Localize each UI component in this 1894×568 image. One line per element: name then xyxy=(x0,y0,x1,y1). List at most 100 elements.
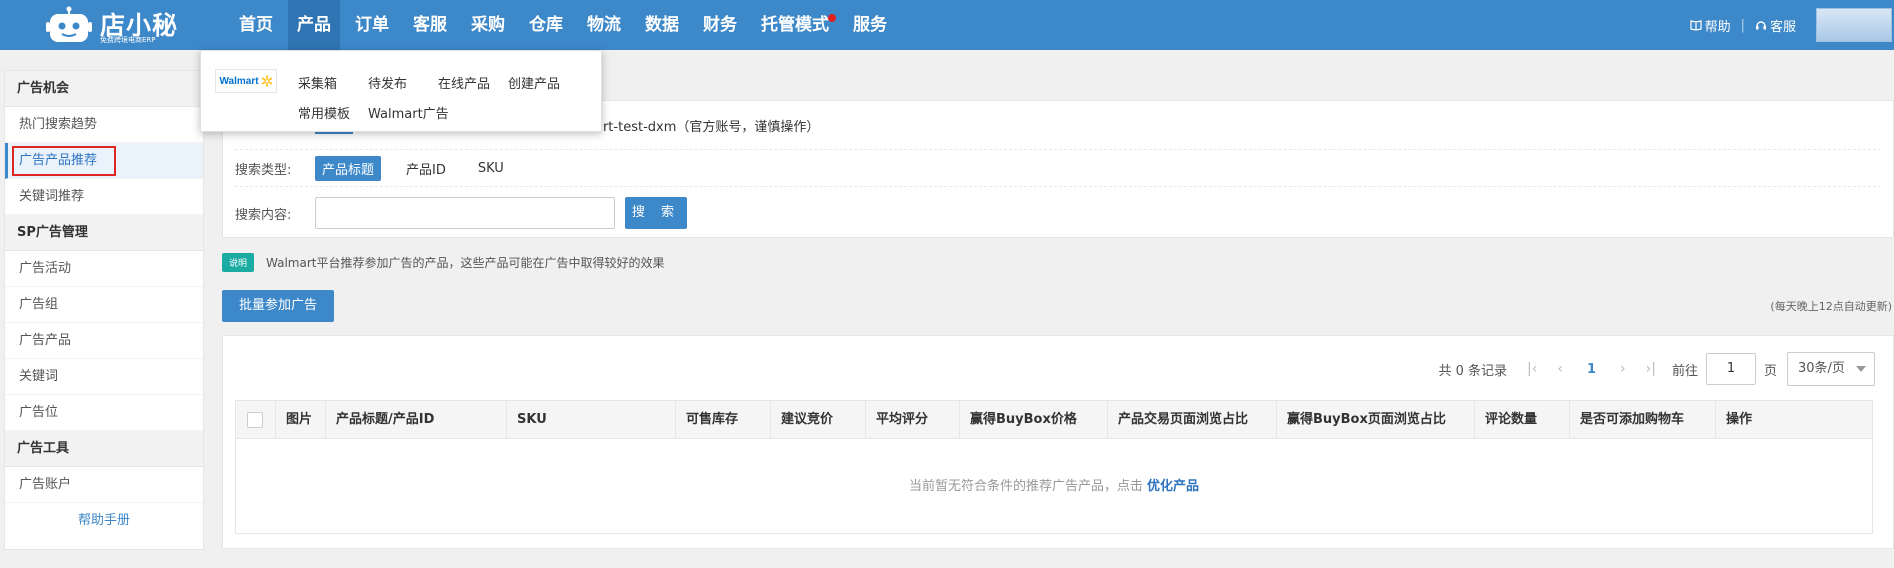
top-right-actions: 帮助 | 客服 xyxy=(1689,0,1894,50)
nav-order[interactable]: 订单 xyxy=(346,0,398,50)
table-header: 图片 产品标题/产品ID SKU 可售库存 建议竞价 平均评分 赢得BuyBox… xyxy=(236,401,1872,439)
select-all-checkbox[interactable] xyxy=(247,411,263,428)
sidebar-item-keyword[interactable]: 关键词 xyxy=(5,359,203,395)
info-badge: 说明 xyxy=(222,253,255,272)
search-type-row: 搜索类型: 产品标题 产品ID SKU xyxy=(235,149,1881,187)
highlight-box xyxy=(12,146,116,176)
col-sku: SKU xyxy=(507,401,676,438)
empty-state: 当前暂无符合条件的推荐广告产品，点击 优化产品 xyxy=(236,439,1872,533)
col-available-stock: 可售库存 xyxy=(676,401,771,438)
nav-customer-service[interactable]: 客服 xyxy=(404,0,456,50)
sidebar-item-ad-placement[interactable]: 广告位 xyxy=(5,395,203,431)
total-records: 共 0 条记录 xyxy=(1438,363,1508,379)
search-type-product-title[interactable]: 产品标题 xyxy=(315,155,382,181)
menu-collect-box[interactable]: 采集箱 xyxy=(298,73,337,92)
col-actions: 操作 xyxy=(1726,412,1753,427)
nav-purchase[interactable]: 采购 xyxy=(462,0,514,50)
headset-icon xyxy=(1755,21,1766,30)
nav-hosting-mode[interactable]: 托管模式 xyxy=(752,0,838,50)
sidebar-item-ad-campaign[interactable]: 广告活动 xyxy=(5,251,203,287)
menu-create-product[interactable]: 创建产品 xyxy=(508,73,560,92)
prev-page-icon[interactable]: ‹ xyxy=(1557,361,1563,377)
sidebar-item-keyword-recommend[interactable]: 关键词推荐 xyxy=(5,179,203,215)
brand-logo[interactable]: 店小秘 免费跨境电商ERP xyxy=(46,2,206,48)
menu-common-templates[interactable]: 常用模板 xyxy=(298,103,350,122)
sidebar-group-sp-ad-management: SP广告管理 xyxy=(5,215,203,251)
search-button[interactable]: 搜 索 xyxy=(625,197,687,229)
sidebar-item-ad-account[interactable]: 广告账户 xyxy=(5,467,203,503)
main-nav: 首页 产品 订单 客服 采购 仓库 物流 数据 财务 托管模式 服务 xyxy=(230,0,902,50)
search-type-product-id[interactable]: 产品ID xyxy=(399,156,453,181)
sidebar-item-ad-product-recommend[interactable]: 广告产品推荐 xyxy=(5,143,203,179)
batch-join-ad-button[interactable]: 批量参加广告 xyxy=(222,290,334,322)
nav-home[interactable]: 首页 xyxy=(230,0,282,50)
walmart-spark-icon xyxy=(261,75,272,87)
nav-product[interactable]: 产品 xyxy=(288,0,340,50)
search-input[interactable] xyxy=(315,197,615,229)
nav-data[interactable]: 数据 xyxy=(636,0,688,50)
col-title-id: 产品标题/产品ID xyxy=(326,401,507,438)
top-navigation-bar: 店小秘 免费跨境电商ERP 首页 产品 订单 客服 采购 仓库 物流 数据 财务… xyxy=(0,0,1894,50)
customer-service-label: 客服 xyxy=(1769,19,1796,35)
col-buybox-price: 赢得BuyBox价格 xyxy=(960,401,1108,438)
menu-pending-publish[interactable]: 待发布 xyxy=(368,73,407,92)
select-all-cell xyxy=(236,401,276,438)
empty-state-text: 当前暂无符合条件的推荐广告产品，点击 xyxy=(908,479,1143,494)
sidebar-item-hot-search-trends[interactable]: 热门搜索趋势 xyxy=(5,107,203,143)
book-icon xyxy=(1689,20,1702,31)
info-text: Walmart平台推荐参加广告的产品，这些产品可能在广告中取得较好的效果 xyxy=(266,256,665,270)
sidebar-item-ad-product[interactable]: 广告产品 xyxy=(5,323,203,359)
sidebar-group-ad-tools: 广告工具 xyxy=(5,431,203,467)
help-link[interactable]: 帮助 xyxy=(1689,16,1731,35)
goto-page-input[interactable]: 1 xyxy=(1705,353,1756,385)
nav-finance[interactable]: 财务 xyxy=(694,0,746,50)
robot-logo-icon xyxy=(46,6,92,42)
next-page-icon[interactable]: › xyxy=(1620,361,1626,377)
page-size-select[interactable]: 30条/页 xyxy=(1787,352,1875,386)
table-panel: 共 0 条记录 |‹ ‹ 1 › ›| 前往 1 页 30条/页 图片 产品标题… xyxy=(222,335,1894,549)
col-trade-page-view-ratio: 产品交易页面浏览占比 xyxy=(1108,401,1277,438)
page-unit-label: 页 xyxy=(1763,363,1777,379)
brand-tagline: 免费跨境电商ERP xyxy=(100,36,156,44)
walmart-logo-text: Walmart xyxy=(219,75,259,87)
sidebar: 广告机会 热门搜索趋势 广告产品推荐 关键词推荐 SP广告管理 广告活动 广告组… xyxy=(4,70,204,550)
col-add-to-cart: 是否可添加购物车 xyxy=(1570,401,1716,438)
user-avatar[interactable] xyxy=(1816,8,1892,42)
chevron-down-icon xyxy=(1856,366,1866,372)
last-page-icon[interactable]: ›| xyxy=(1646,361,1656,377)
pagination: 共 0 条记录 |‹ ‹ 1 › ›| 前往 1 页 30条/页 xyxy=(1438,352,1875,386)
help-label: 帮助 xyxy=(1704,19,1731,35)
optimize-products-link[interactable]: 优化产品 xyxy=(1147,479,1199,494)
walmart-logo: Walmart xyxy=(215,69,277,93)
col-avg-rating: 平均评分 xyxy=(866,401,960,438)
nav-services[interactable]: 服务 xyxy=(844,0,896,50)
menu-online-products[interactable]: 在线产品 xyxy=(438,73,490,92)
menu-walmart-ads[interactable]: Walmart广告 xyxy=(368,103,449,122)
top-right-divider: | xyxy=(1740,17,1745,33)
search-type-sku[interactable]: SKU xyxy=(471,158,511,179)
product-dropdown-menu: Walmart 采集箱 待发布 在线产品 创建产品 常用模板 Walmart广告 xyxy=(200,50,602,132)
info-note: 说明 Walmart平台推荐参加广告的产品，这些产品可能在广告中取得较好的效果 xyxy=(222,253,665,272)
goto-label: 前往 xyxy=(1671,363,1698,379)
col-image: 图片 xyxy=(276,401,326,438)
notification-dot xyxy=(828,14,836,22)
col-suggested-bid: 建议竞价 xyxy=(771,401,866,438)
first-page-icon[interactable]: |‹ xyxy=(1527,361,1537,377)
page-number[interactable]: 1 xyxy=(1587,362,1596,377)
recommend-products-table: 图片 产品标题/产品ID SKU 可售库存 建议竞价 平均评分 赢得BuyBox… xyxy=(235,400,1873,534)
customer-service-link[interactable]: 客服 xyxy=(1755,16,1796,35)
search-content-label: 搜索内容: xyxy=(235,207,292,223)
sidebar-item-ad-group[interactable]: 广告组 xyxy=(5,287,203,323)
nav-warehouse[interactable]: 仓库 xyxy=(520,0,572,50)
nav-logistics[interactable]: 物流 xyxy=(578,0,630,50)
help-manual-link[interactable]: 帮助手册 xyxy=(5,503,203,539)
col-buybox-page-view-ratio: 赢得BuyBox页面浏览占比 xyxy=(1277,401,1475,438)
nav-hosting-mode-label: 托管模式 xyxy=(761,15,829,35)
search-type-label: 搜索类型: xyxy=(235,162,292,178)
account-text: art-test-dxm（官方账号，谨慎操作） xyxy=(595,119,820,135)
search-content-row: 搜索内容: 搜 索 xyxy=(235,195,1881,231)
col-review-count: 评论数量 xyxy=(1475,401,1570,438)
page-size-value: 30条/页 xyxy=(1798,361,1845,376)
auto-update-note: (每天晚上12点自动更新) xyxy=(1770,300,1892,313)
sidebar-group-ad-opportunity: 广告机会 xyxy=(5,71,203,107)
